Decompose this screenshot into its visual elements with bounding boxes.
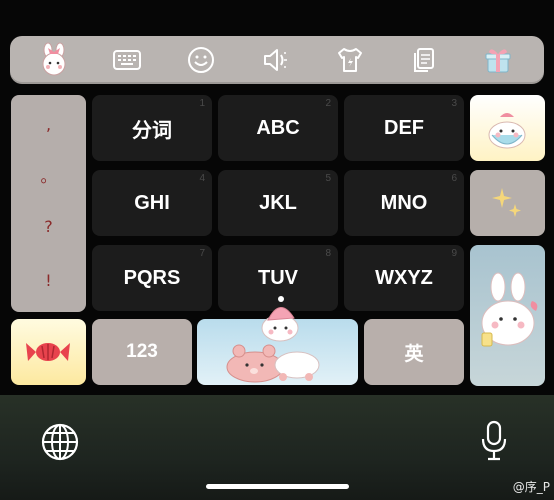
punct-period-key[interactable]: 。: [11, 163, 86, 187]
bunny-sticker-icon: [488, 113, 526, 149]
watermark: @序_P: [512, 480, 550, 494]
punct-comma-key[interactable]: ,: [11, 115, 86, 134]
key-number-hint: 8: [325, 248, 331, 259]
punct-exclaim-key[interactable]: !: [11, 271, 86, 290]
bunny-drink-icon: [481, 272, 538, 347]
delete-key[interactable]: [470, 95, 545, 161]
emoji-icon[interactable]: [183, 42, 219, 78]
microphone-icon[interactable]: [478, 419, 510, 463]
key-number-hint: 4: [199, 173, 205, 184]
key-5-jkl[interactable]: 5 JKL: [218, 170, 338, 236]
key-label: PQRS: [123, 266, 181, 289]
english-switch-key[interactable]: 英: [364, 319, 464, 385]
key-1-fenci[interactable]: 1 分词: [92, 95, 212, 161]
theme-shirt-icon[interactable]: [332, 42, 368, 78]
key-3-def[interactable]: 3 DEF: [344, 95, 464, 161]
key-label: TUV: [258, 266, 298, 289]
numbers-key-label: 123: [126, 341, 158, 362]
key-6-mno[interactable]: 6 MNO: [344, 170, 464, 236]
home-indicator[interactable]: [206, 484, 349, 489]
sparkle-key[interactable]: [470, 170, 545, 236]
symbol-key[interactable]: [11, 319, 86, 385]
key-number-hint: 5: [325, 173, 331, 184]
key-2-abc[interactable]: 2 ABC: [218, 95, 338, 161]
key-label: ABC: [256, 116, 300, 139]
candy-icon: [26, 343, 70, 361]
numbers-key[interactable]: 123: [92, 319, 192, 385]
key-label: WXYZ: [375, 266, 433, 289]
keyboard-icon[interactable]: [109, 42, 145, 78]
sparkle-icon: [492, 188, 521, 217]
key-number-hint: 1: [199, 98, 205, 109]
key-label: MNO: [380, 191, 428, 214]
bunny-hat-sticker-icon: [261, 296, 299, 342]
key-number-hint: 2: [325, 98, 331, 109]
key-number-hint: 9: [451, 248, 457, 259]
bunny-avatar-icon[interactable]: [36, 42, 72, 78]
clipboard-icon[interactable]: [406, 42, 442, 78]
key-label: GHI: [134, 191, 170, 214]
key-number-hint: 6: [451, 173, 457, 184]
punctuation-column: , 。 ? !: [11, 95, 86, 312]
enter-key[interactable]: [470, 245, 545, 386]
key-9-wxyz[interactable]: 9 WXYZ: [344, 245, 464, 311]
key-number-hint: 3: [451, 98, 457, 109]
key-number-hint: 7: [199, 248, 205, 259]
key-label: 分词: [132, 119, 172, 142]
globe-icon[interactable]: [40, 422, 80, 462]
keyboard: , 。 ? ! 1 分词 2 ABC 3 DEF 4 GHI 5 JKL 6 M…: [0, 0, 554, 395]
punct-question-key[interactable]: ?: [11, 217, 86, 236]
key-label: JKL: [259, 191, 297, 214]
keyboard-toolbar: [10, 36, 544, 84]
key-label: DEF: [384, 116, 424, 139]
gift-icon[interactable]: [480, 42, 516, 78]
key-7-pqrs[interactable]: 7 PQRS: [92, 245, 212, 311]
english-key-label: 英: [404, 343, 424, 365]
key-4-ghi[interactable]: 4 GHI: [92, 170, 212, 236]
speaker-icon[interactable]: [258, 42, 294, 78]
